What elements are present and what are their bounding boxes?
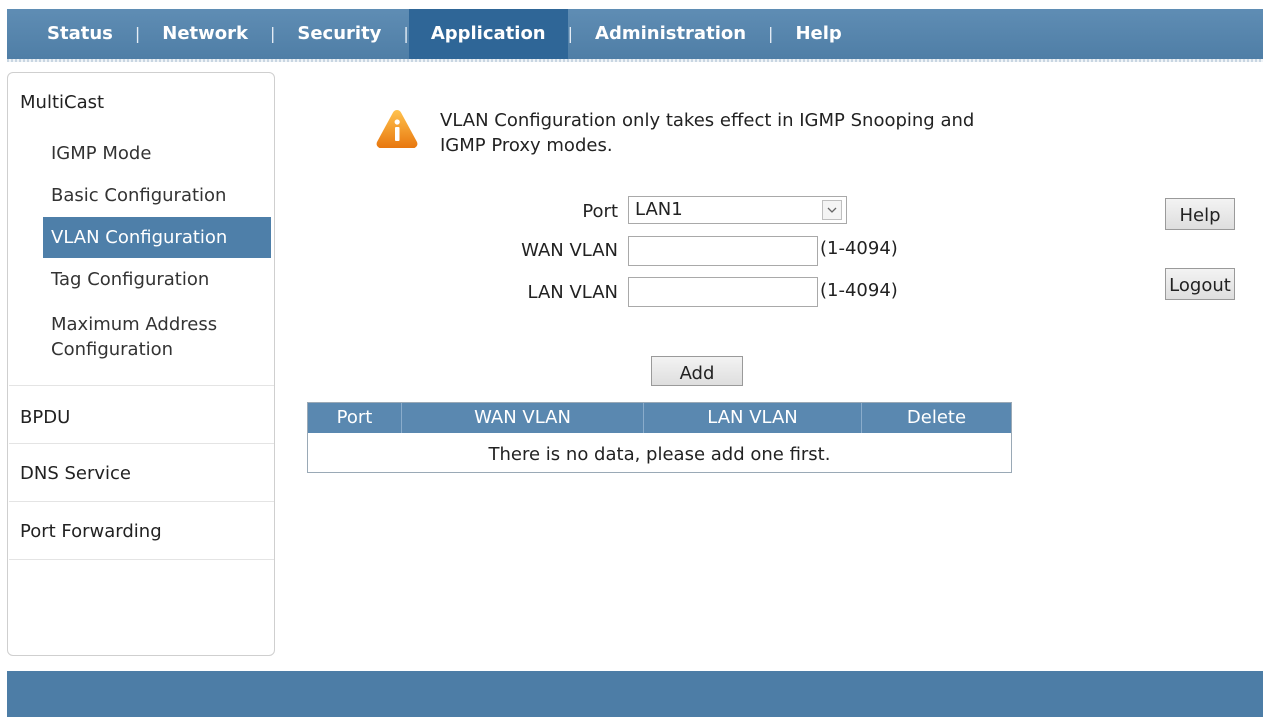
sidebar-item-igmp-mode[interactable]: IGMP Mode: [51, 143, 151, 164]
help-button[interactable]: Help: [1165, 198, 1235, 230]
add-button[interactable]: Add: [651, 356, 743, 386]
warning-icon: [376, 110, 418, 148]
sidebar-divider: [9, 385, 274, 386]
column-header-port: Port: [336, 407, 373, 428]
column-header-wan-vlan: WAN VLAN: [474, 407, 571, 428]
sidebar: MultiCast IGMP Mode Basic Configuration …: [7, 72, 275, 656]
sidebar-group-multicast[interactable]: MultiCast: [20, 92, 104, 113]
nav-status[interactable]: Status: [7, 9, 135, 59]
nav-administration[interactable]: Administration: [573, 9, 768, 59]
table-header: Port WAN VLAN LAN VLAN Delete: [308, 403, 1011, 433]
nav-application[interactable]: Application: [408, 9, 568, 59]
sidebar-divider: [9, 443, 274, 444]
nav-security[interactable]: Security: [275, 9, 403, 59]
lan-vlan-input[interactable]: [628, 277, 818, 307]
wan-vlan-range: (1-4094): [820, 238, 898, 259]
sidebar-divider: [9, 559, 274, 560]
port-select-value: LAN1: [635, 199, 683, 220]
logout-button[interactable]: Logout: [1165, 268, 1235, 300]
vlan-table: Port WAN VLAN LAN VLAN Delete There is n…: [307, 402, 1012, 473]
column-header-lan-vlan: LAN VLAN: [707, 407, 798, 428]
lan-vlan-range: (1-4094): [820, 280, 898, 301]
sidebar-group-bpdu[interactable]: BPDU: [20, 407, 70, 428]
footer-bar: [7, 671, 1263, 717]
nav-help[interactable]: Help: [773, 9, 863, 59]
port-label: Port: [582, 201, 618, 222]
top-nav: Status | Network | Security | Applicatio…: [7, 9, 1263, 62]
sidebar-item-tag-configuration[interactable]: Tag Configuration: [51, 269, 209, 290]
sidebar-item-label: Configuration: [51, 339, 174, 360]
wan-vlan-label: WAN VLAN: [521, 240, 618, 261]
notice-line: VLAN Configuration only takes effect in …: [440, 110, 975, 131]
notice-line: IGMP Proxy modes.: [440, 135, 613, 156]
sidebar-divider: [9, 501, 274, 502]
sidebar-item-label: Maximum Address: [51, 314, 218, 335]
sidebar-item-basic-configuration[interactable]: Basic Configuration: [51, 185, 226, 206]
port-select[interactable]: LAN1: [628, 196, 847, 224]
column-header-delete: Delete: [906, 407, 967, 428]
lan-vlan-label: LAN VLAN: [527, 282, 618, 303]
sidebar-group-dns-service[interactable]: DNS Service: [20, 463, 131, 484]
table-empty-message: There is no data, please add one first.: [488, 444, 831, 465]
nav-network[interactable]: Network: [140, 9, 270, 59]
nav-underline: [7, 59, 1263, 62]
sidebar-item-vlan-configuration[interactable]: VLAN Configuration: [43, 217, 271, 258]
wan-vlan-input[interactable]: [628, 236, 818, 266]
chevron-down-icon[interactable]: [822, 200, 842, 220]
sidebar-group-port-forwarding[interactable]: Port Forwarding: [20, 521, 162, 542]
notice-text: VLAN Configuration only takes effect in …: [440, 108, 974, 158]
sidebar-item-maximum-address-configuration[interactable]: Maximum Address Configuration: [51, 312, 217, 362]
